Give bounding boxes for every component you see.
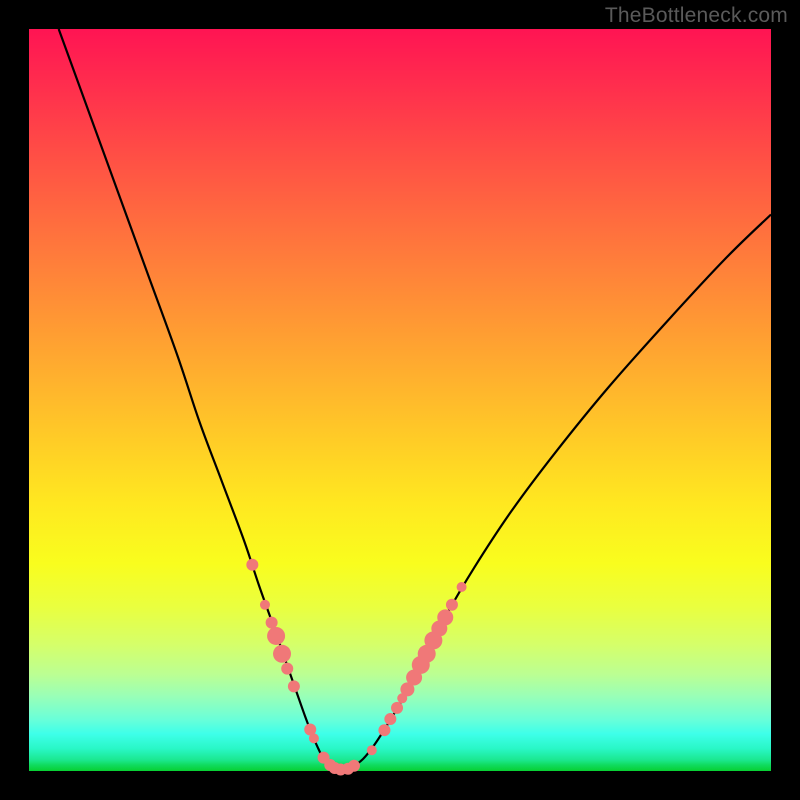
- watermark-text: TheBottleneck.com: [605, 4, 788, 28]
- data-marker: [457, 582, 467, 592]
- data-marker: [309, 733, 319, 743]
- data-marker: [391, 702, 403, 714]
- data-marker: [437, 609, 453, 625]
- data-marker: [266, 617, 278, 629]
- data-marker: [273, 645, 291, 663]
- data-marker: [446, 599, 458, 611]
- chart-svg: [29, 29, 771, 771]
- left-curve-path: [59, 29, 341, 770]
- data-markers: [246, 559, 466, 776]
- data-marker: [378, 724, 390, 736]
- data-marker: [281, 663, 293, 675]
- data-marker: [288, 680, 300, 692]
- data-marker: [367, 745, 377, 755]
- data-marker: [267, 627, 285, 645]
- chart-frame: TheBottleneck.com: [0, 0, 800, 800]
- data-marker: [384, 713, 396, 725]
- data-marker: [260, 600, 270, 610]
- curve-left: [59, 29, 341, 770]
- data-marker: [246, 559, 258, 571]
- data-marker: [348, 760, 360, 772]
